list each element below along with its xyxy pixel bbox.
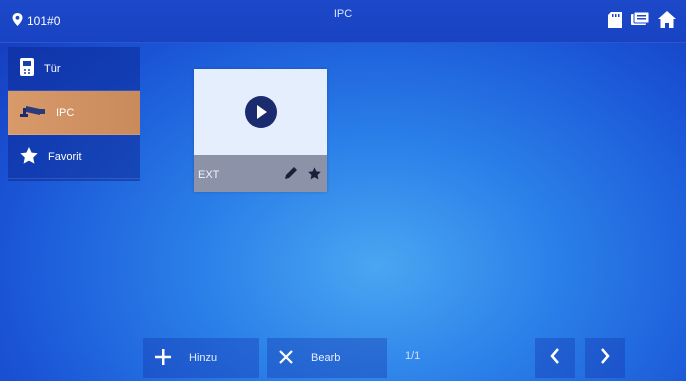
sidebar-item-tur[interactable]: Tür [8,47,140,91]
bottom-toolbar: Hinzu Bearb 1/1 [143,338,686,381]
top-icons [608,11,676,33]
edit-button[interactable]: Bearb [267,338,387,378]
play-icon[interactable] [244,96,277,128]
previous-page-button[interactable] [535,338,575,378]
sidebar-item-label: Tür [44,62,61,75]
add-label: Hinzu [189,352,218,364]
camera-card-actions [284,166,321,185]
message-icon[interactable] [631,11,650,32]
sidebar: Tür IPC Favorit [8,47,140,181]
camera-preview[interactable] [194,69,327,155]
chevron-right-icon [600,347,610,369]
sidebar-item-favorit[interactable]: Favorit [8,135,140,179]
top-bar: 101#0 IPC [0,0,686,43]
sd-card-icon[interactable] [608,11,622,33]
camera-icon [20,104,46,121]
add-button[interactable]: Hinzu [143,338,259,378]
edit-label: Bearb [311,352,341,364]
page-indicator: 1/1 [405,350,421,362]
chevron-left-icon [550,347,560,369]
home-icon[interactable] [658,11,676,33]
next-page-button[interactable] [585,338,625,378]
sidebar-item-label: IPC [56,106,75,119]
sidebar-item-label: Favorit [48,150,82,163]
sidebar-item-ipc[interactable]: IPC [8,91,140,135]
plus-icon [155,348,171,368]
camera-card[interactable]: EXT [194,69,327,192]
camera-card-footer: EXT [194,155,327,192]
pencil-icon[interactable] [284,166,298,185]
close-icon [279,349,293,367]
camera-name: EXT [198,169,220,181]
favorite-star-icon[interactable] [308,166,321,185]
door-phone-icon [20,58,34,79]
star-icon [20,146,38,167]
page-title: IPC [333,8,353,20]
